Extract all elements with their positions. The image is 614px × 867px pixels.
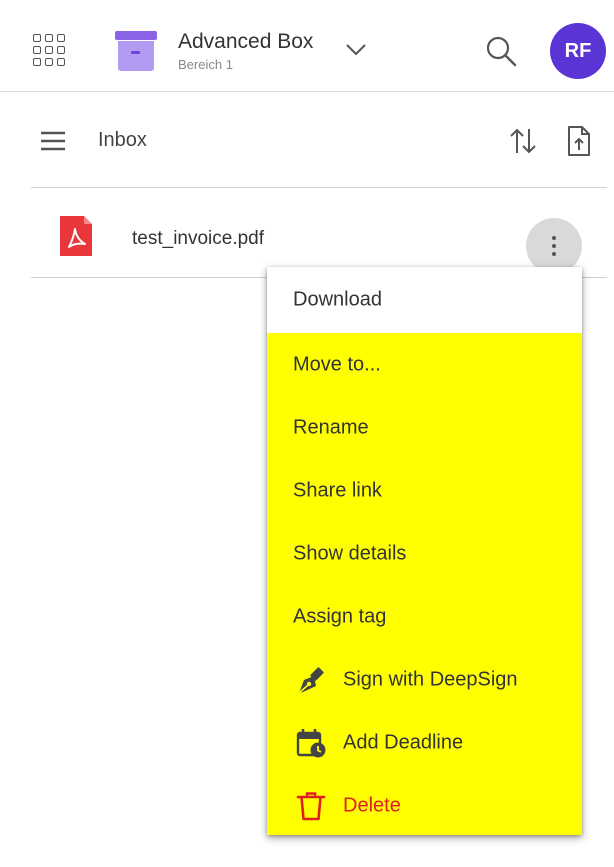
search-icon[interactable]: [484, 34, 518, 68]
menu-item-download[interactable]: Download: [267, 267, 582, 333]
trash-icon: [296, 791, 326, 820]
folder-header: Inbox: [0, 92, 614, 188]
menu-item-assign-tag[interactable]: Assign tag: [267, 585, 582, 648]
more-vert-icon[interactable]: [526, 218, 582, 274]
menu-item-label: Delete: [343, 794, 401, 816]
calendar-clock-icon: [296, 728, 326, 757]
menu-item-label: Rename: [293, 416, 369, 438]
menu-item-label: Show details: [293, 542, 407, 564]
file-row[interactable]: test_invoice.pdf: [31, 188, 607, 278]
menu-item-add-deadline[interactable]: Add Deadline: [267, 711, 582, 774]
menu-item-label: Assign tag: [293, 605, 387, 627]
menu-item-label: Download: [293, 288, 382, 311]
file-name[interactable]: test_invoice.pdf: [132, 228, 264, 250]
sort-icon[interactable]: [508, 126, 538, 156]
menu-item-label: Move to...: [293, 353, 381, 375]
user-avatar[interactable]: RF: [550, 23, 606, 79]
archive-box-icon[interactable]: [115, 31, 157, 71]
pdf-file-icon: [60, 216, 92, 256]
menu-item-label: Share link: [293, 479, 382, 501]
menu-item-sign-deepsign[interactable]: Sign with DeepSign: [267, 648, 582, 711]
menu-item-label: Add Deadline: [343, 731, 464, 753]
upload-file-icon[interactable]: [567, 125, 591, 157]
file-context-menu: Download Move to... Rename Share link Sh…: [267, 267, 582, 835]
menu-item-show-details[interactable]: Show details: [267, 522, 582, 585]
menu-item-label: Sign with DeepSign: [343, 668, 518, 690]
menu-item-share-link[interactable]: Share link: [267, 459, 582, 522]
menu-item-move-to[interactable]: Move to...: [267, 333, 582, 396]
pen-sign-icon: [298, 666, 324, 694]
workspace-title[interactable]: Advanced Box: [178, 30, 313, 54]
menu-item-rename[interactable]: Rename: [267, 396, 582, 459]
folder-title: Inbox: [98, 129, 147, 151]
chevron-down-icon[interactable]: [344, 42, 368, 58]
hamburger-menu-icon[interactable]: [40, 130, 66, 152]
workspace-subtitle: Bereich 1: [178, 57, 233, 72]
menu-item-delete[interactable]: Delete: [267, 774, 582, 837]
apps-grid-icon[interactable]: [33, 34, 67, 68]
top-bar: Advanced Box Bereich 1 RF: [0, 0, 614, 92]
